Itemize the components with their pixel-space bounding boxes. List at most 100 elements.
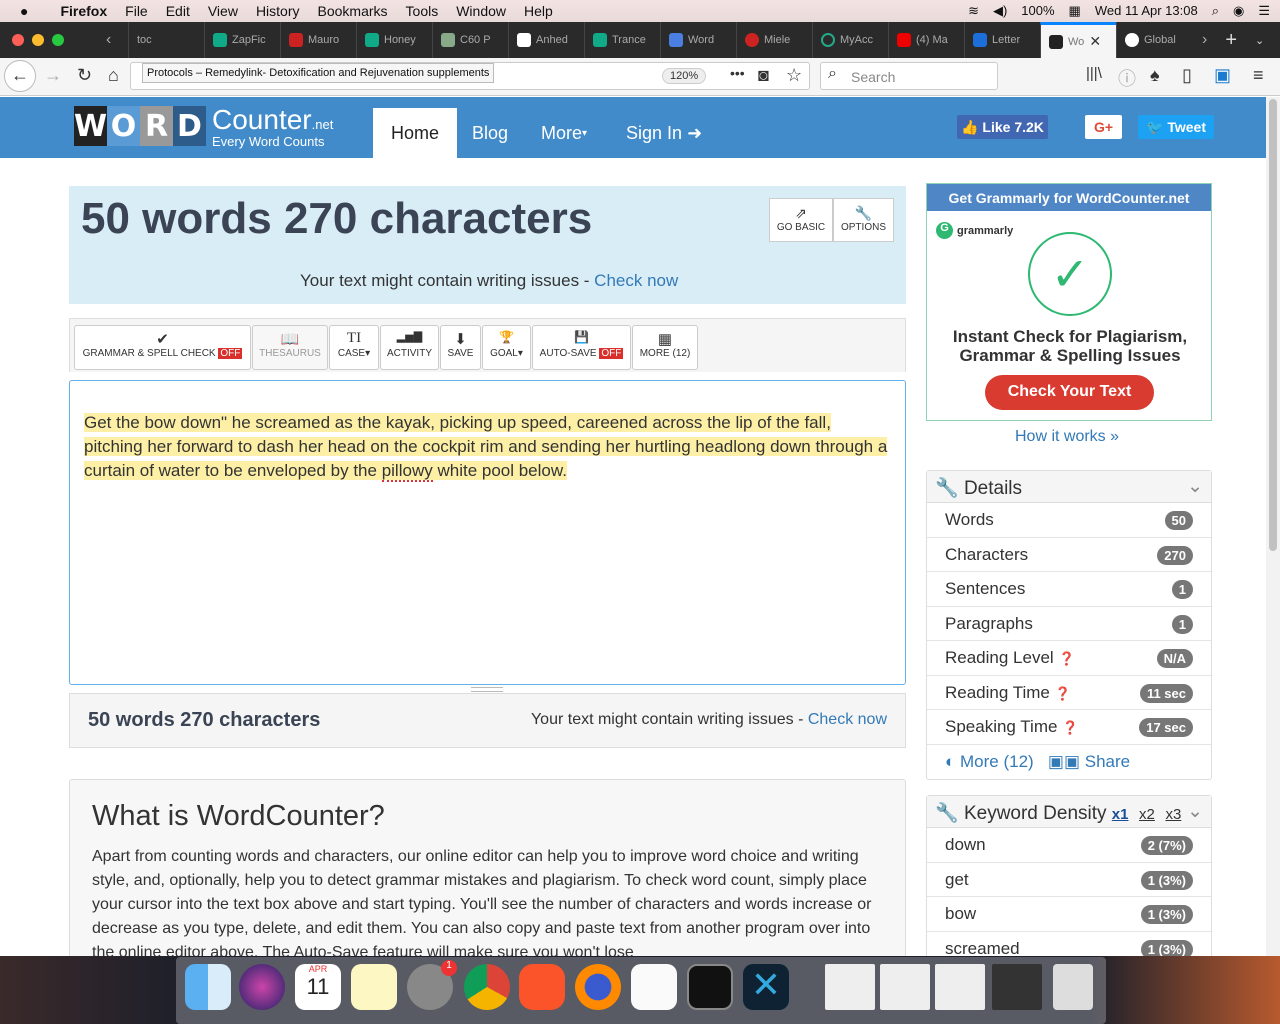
notification-center-icon[interactable]: ☰ [1258,3,1270,19]
menu-file[interactable]: File [125,3,148,19]
minimized-window[interactable] [825,964,875,1010]
collapse-chevron-icon[interactable]: ⌄ [1187,475,1203,498]
options-button[interactable]: 🔧 OPTIONS [833,198,894,242]
nav-home[interactable]: Home [373,108,458,158]
library-icon[interactable]: |||\ [1086,65,1102,82]
minimized-window[interactable] [935,964,985,1010]
menu-history[interactable]: History [256,3,300,19]
close-window-button[interactable] [12,34,24,46]
nav-blog[interactable]: Blog [454,108,526,158]
new-tab-icon[interactable]: + [1225,29,1237,52]
help-icon[interactable]: ❓ [1062,720,1078,735]
tab[interactable]: Miele [736,22,812,58]
calendar-icon[interactable]: APR 11 [295,964,341,1010]
text-editor[interactable]: Get the bow down" he screamed as the kay… [69,380,906,685]
finder-icon[interactable] [185,964,231,1010]
menu-icon[interactable]: ≡ [1253,65,1264,86]
apple-icon[interactable]: ● [20,3,28,19]
footer-check-now-link[interactable]: Check now [808,711,887,728]
tab[interactable]: (4) Ma [888,22,964,58]
pocket-icon[interactable]: ◙ [758,65,769,86]
volume-icon[interactable]: ◀) [993,3,1007,19]
search-input[interactable]: Search [820,62,998,90]
menu-window[interactable]: Window [456,3,506,19]
page-actions-icon[interactable]: ••• [730,65,745,81]
clock[interactable]: Wed 11 Apr 13:08 [1095,3,1198,19]
system-preferences-icon[interactable]: 1 [407,960,457,1010]
thesaurus-button[interactable]: 📖 THESAURUS [252,325,328,370]
keyword-x1-tab[interactable]: x1 [1112,806,1129,823]
tab[interactable]: Letter [964,22,1040,58]
resize-handle[interactable] [471,687,503,692]
zoom-window-button[interactable] [52,34,64,46]
activity-button[interactable]: ▂▅▇ ACTIVITY [380,325,439,370]
sidebar-icon[interactable]: ▯ [1182,65,1192,86]
tab[interactable]: Mauro [280,22,356,58]
keyword-x3-tab[interactable]: x3 [1165,806,1181,823]
tweet-button[interactable]: 🐦 Tweet [1138,115,1214,139]
forward-button[interactable]: → [44,65,62,86]
menu-app[interactable]: Firefox [60,3,107,19]
menu-view[interactable]: View [208,3,238,19]
textedit-icon[interactable] [631,964,677,1010]
goal-button[interactable]: 🏆 GOAL▾ [482,325,531,370]
grammarly-ad[interactable]: Get Grammarly for WordCounter.net Ggramm… [926,183,1212,421]
tab[interactable]: toc [128,22,204,58]
save-button[interactable]: ⬇ SAVE [440,325,481,370]
extension-icon[interactable]: ♠ [1150,65,1160,86]
tab[interactable]: Anhed [508,22,584,58]
keyword-x2-tab[interactable]: x2 [1139,806,1155,823]
tab[interactable]: Global [1116,22,1192,58]
brave-icon[interactable] [519,964,565,1010]
google-plus-button[interactable]: G+ [1085,115,1122,139]
flag-icon[interactable]: ▦ [1069,3,1081,19]
minimize-window-button[interactable] [32,34,44,46]
bookmark-star-icon[interactable]: ☆ [786,65,802,86]
siri-icon[interactable] [239,964,285,1010]
go-basic-button[interactable]: ⇗ GO BASIC [769,198,833,242]
tab[interactable]: C60 P [432,22,508,58]
tab[interactable]: Honey [356,22,432,58]
spotlight-icon[interactable]: ⌕ [1212,3,1219,19]
scrollbar-thumb[interactable] [1269,99,1277,551]
site-logo[interactable]: W O R D Counter.net Every Word Counts [74,106,333,150]
how-it-works-link[interactable]: How it works » [1015,428,1119,446]
check-now-link[interactable]: Check now [594,271,678,290]
check-your-text-button[interactable]: Check Your Text [985,375,1154,410]
help-icon[interactable]: ❓ [1055,686,1071,701]
activity-monitor-icon[interactable] [687,964,733,1010]
notes-icon[interactable] [351,964,397,1010]
extension-icon[interactable]: ⓘ [1118,65,1136,91]
case-button[interactable]: TI CASE▾ [329,325,379,370]
minimized-window[interactable] [992,964,1042,1010]
tab[interactable]: Trance [584,22,660,58]
home-button[interactable]: ⌂ [108,65,119,86]
help-icon[interactable]: ❓ [1058,651,1074,666]
close-tab-icon[interactable]: ✕ [1089,33,1101,50]
menu-bookmarks[interactable]: Bookmarks [318,3,388,19]
facebook-like-button[interactable]: 👍 Like 7.2K [957,115,1048,139]
reload-button[interactable]: ↻ [77,65,92,86]
trash-icon[interactable] [1053,964,1093,1010]
menu-edit[interactable]: Edit [166,3,190,19]
tab[interactable]: MyAcc [812,22,888,58]
nav-more[interactable]: More ▾ [523,108,605,158]
wifi-icon[interactable]: ≋ [968,3,979,19]
share-link[interactable]: ▣▣ Share [1048,752,1130,771]
chrome-icon[interactable] [464,964,510,1010]
collapse-chevron-icon[interactable]: ⌄ [1187,800,1203,823]
nav-sign-in[interactable]: Sign In ➜ [608,108,720,158]
tab[interactable]: ZapFic [204,22,280,58]
minimized-window[interactable] [880,964,930,1010]
tabs-scroll-left-icon[interactable]: ‹ [106,31,128,49]
extension-icon[interactable]: ▣ [1214,65,1231,86]
back-button[interactable]: ← [4,60,36,92]
tab[interactable]: Word [660,22,736,58]
menu-help[interactable]: Help [524,3,553,19]
siri-icon[interactable]: ◉ [1233,3,1244,19]
tabs-scroll-right-icon[interactable]: › [1202,31,1207,49]
tab-list-icon[interactable]: ⌄ [1255,34,1264,47]
firefox-icon[interactable] [575,964,621,1010]
app-icon[interactable]: ✕ [743,964,789,1010]
misspelled-word[interactable]: pillowy [381,461,433,482]
